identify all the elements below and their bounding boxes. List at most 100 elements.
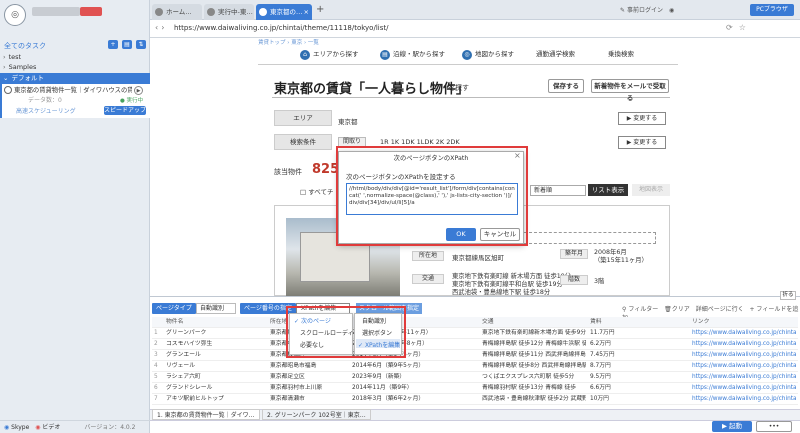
sort-icon[interactable]: ⇅ — [136, 40, 146, 49]
more-button[interactable]: ••• — [756, 421, 792, 432]
nav-map[interactable]: ◎ 地図から探す — [462, 48, 514, 60]
pin-icon: ⌂ — [300, 50, 310, 60]
nav-area[interactable]: ⌂ エリアから探す — [300, 48, 359, 60]
save-button[interactable]: 保存する — [548, 79, 584, 93]
cancel-button[interactable]: キャンセル — [480, 228, 520, 241]
tab-tokyo[interactable]: 東京都の… × — [256, 4, 312, 20]
breadcrumb[interactable]: 賃貸トップ › 東京 › 一覧 — [258, 38, 319, 46]
chevron-right-icon: › — [3, 53, 6, 61]
username-blurred — [32, 7, 80, 16]
nav-commute[interactable]: 通勤通学検索 — [536, 48, 575, 58]
address-tools-icon[interactable]: ⟳☆ — [726, 23, 752, 32]
chevron-right-icon: › — [3, 63, 6, 71]
all-tasks-label[interactable]: 全てのタスク — [4, 41, 46, 51]
tree-item-samples[interactable]: › Samples — [3, 62, 143, 73]
change-condition-button[interactable]: ▶ 変更する — [618, 136, 666, 149]
close-icon[interactable]: × — [514, 151, 521, 160]
data-tab-1[interactable]: 1. 東京都の賃貸物件一覧｜ダイワ… — [152, 409, 260, 420]
list-view-button[interactable]: リスト表示 — [588, 184, 628, 196]
condition-label: 検索条件 — [274, 134, 332, 150]
map-icon: ◎ — [462, 50, 472, 60]
close-icon[interactable]: × — [304, 4, 309, 20]
floor-value: 3階 — [594, 278, 605, 285]
task-title[interactable]: 東京都の賃貸物件一覧｜ダイワハウスの賃貸… — [14, 85, 132, 94]
divider — [258, 64, 678, 65]
edit-icon: ✎ — [620, 7, 627, 14]
upgrade-badge[interactable] — [80, 7, 102, 16]
table-header: 物件名 所在地 交通 賃料 リンク — [152, 317, 798, 328]
task-data-count: データ数：0 — [28, 97, 62, 104]
area-label: エリア — [274, 110, 332, 126]
version-label: バージョン：4.0.2 — [84, 424, 136, 431]
speedup-button[interactable]: スピードアップ — [104, 106, 146, 115]
video-link[interactable]: ビデオ — [42, 424, 60, 431]
back-forward-icon[interactable]: ‹› — [155, 23, 167, 32]
table-row[interactable]: 4 リヴェール 東京都昭島市福島 2014年6月（築9年5ヶ月） 青梅線拝島駅 … — [152, 361, 798, 372]
change-area-button[interactable]: ▶ 変更する — [618, 112, 666, 125]
divider — [272, 97, 670, 98]
select-all-checkbox[interactable]: □ すべてチ — [300, 186, 334, 196]
table-row[interactable]: 3 グランエール 東京都板橋区 2014年6月（築9年5ヶ月） 青梅線拝島駅 徒… — [152, 350, 798, 361]
page-title-suffix: を探す — [448, 84, 469, 92]
new-folder-icon[interactable]: + — [108, 40, 118, 49]
address-label: 所在地 — [412, 251, 444, 261]
collapse-button[interactable]: 折る — [780, 291, 796, 300]
filter-button[interactable]: フィルター — [628, 306, 658, 313]
left-footer: ◉ Skype ◉ ビデオ バージョン：4.0.2 — [0, 420, 150, 433]
table-row[interactable]: 5 ラシェア六町 東京都足立区 2023年9月（新築） つくばエクスプレス六町駅… — [152, 372, 798, 383]
clear-button[interactable]: クリア — [672, 306, 690, 313]
highlight-frame — [286, 306, 406, 358]
task-octopus-icon — [4, 86, 12, 94]
sort-select[interactable]: 新着順 — [530, 185, 586, 196]
dialog-label: 次のページボタンのXPathを設定する — [346, 173, 456, 181]
station-label: 交通 — [412, 274, 444, 284]
skype-icon[interactable]: ◉ — [4, 424, 9, 431]
data-tab-2[interactable]: 2. グリーンパーク 102号室｜東京… — [262, 409, 371, 420]
dialog-title: 次のページボタンのXPath — [393, 155, 469, 162]
octopus-logo-icon[interactable]: ◎ — [4, 4, 26, 26]
skype-link[interactable]: Skype — [11, 424, 29, 431]
floor-label: 階数 — [560, 275, 588, 285]
new-task-icon[interactable]: ▤ — [122, 40, 132, 49]
year-value: 2008年6月 （築15年11ヶ月） — [594, 249, 648, 264]
map-view-button[interactable]: 地図表示 — [632, 184, 670, 196]
page-icon — [207, 8, 215, 16]
trash-icon[interactable]: 🗑 — [664, 306, 672, 313]
login-link[interactable]: ✎ 事前ログイン ◉ — [620, 5, 674, 17]
pc-browser-select[interactable]: PCブラウザ — [750, 4, 794, 16]
status-bar — [150, 420, 800, 433]
year-label: 築年月 — [560, 249, 588, 259]
nav-transfer[interactable]: 乗換検索 — [608, 48, 634, 58]
table-row[interactable]: 6 グランドシレール 東京都羽村市上川原 2014年11月（築9年） 青梅線羽村… — [152, 383, 798, 394]
url-input[interactable]: https://www.daiwaliving.co.jp/chintai/th… — [174, 24, 388, 32]
xpath-textarea[interactable]: //html/body/div/div[@id='result_list']/f… — [346, 183, 518, 215]
table-row[interactable]: 7 アキツ駅前ヒルトップ 東京都清瀬市 2018年3月（築6年2ヶ月） 西武池袋… — [152, 394, 798, 405]
tab-running[interactable]: 実行中-東… — [204, 4, 254, 20]
table-row[interactable]: 1 グリーンパーク 東京都練馬区旭町 2008年6月（築15年11ヶ月） 東京地… — [152, 328, 798, 339]
new-tab-icon[interactable]: + — [316, 4, 324, 15]
start-button[interactable]: ▶ 起動 — [712, 421, 752, 432]
count-label: 該当物件 — [274, 168, 302, 176]
video-icon[interactable]: ◉ — [35, 424, 40, 431]
page-type-select[interactable]: 自動識別 — [196, 303, 236, 314]
ok-button[interactable]: OK — [446, 228, 476, 241]
tree-item-default-label: ⌄ デフォルト — [3, 74, 44, 82]
task-status: ● 実行中 — [120, 98, 144, 104]
condition-value: 1R 1K 1DK 1LDK 2K 2DK — [380, 138, 460, 146]
nav-line[interactable]: ▤ 沿線・駅から探す — [380, 48, 445, 60]
mail-subscribe-button[interactable]: 新着物件をメールで受取る — [591, 79, 669, 102]
train-icon: ▤ — [380, 50, 390, 60]
chevron-down-icon: ⌄ — [3, 74, 9, 82]
detail-page-button[interactable]: 詳細ページに行く — [696, 306, 744, 313]
area-value: 東京都 — [338, 118, 358, 126]
page-title: 東京都の賃貸「一人暮らし物件」 — [274, 82, 470, 97]
address-value: 東京都練馬区旭町 — [452, 254, 504, 262]
page-icon — [259, 8, 267, 16]
user-icon[interactable]: ◉ — [669, 7, 674, 14]
page-type-tag: ページタイプ — [152, 303, 196, 314]
home-icon — [155, 8, 163, 16]
tab-home[interactable]: ホーム… — [152, 4, 202, 20]
play-icon[interactable]: ▶ — [134, 86, 143, 95]
task-schedule-link[interactable]: 高速スケジューリング — [16, 106, 76, 115]
table-row[interactable]: 2 コスモハイツ弥生 東京都中野区 2006年3月（築17年8ヶ月） 青梅線拝島… — [152, 339, 798, 350]
